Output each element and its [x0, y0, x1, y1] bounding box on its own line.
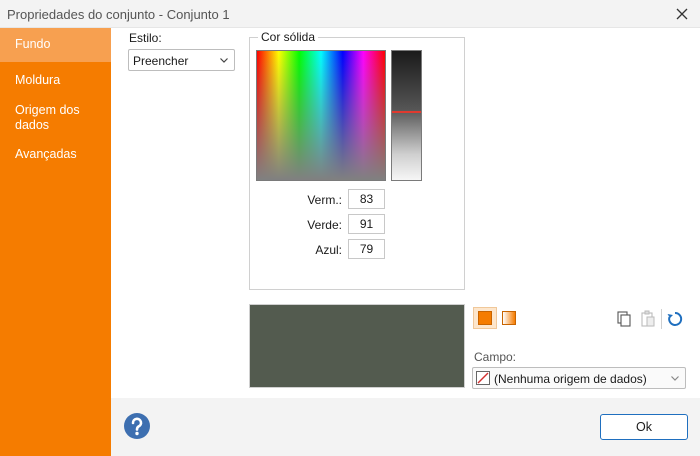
color-spectrum[interactable]	[256, 50, 386, 181]
red-label: Verm.:	[307, 193, 342, 207]
sidebar-item-avancadas[interactable]: Avançadas	[0, 147, 111, 162]
chevron-down-icon	[220, 58, 228, 63]
green-input[interactable]: 91	[348, 214, 385, 234]
field-label: Campo:	[474, 350, 517, 364]
sidebar-item-label: Moldura	[15, 73, 61, 87]
sidebar: Fundo Moldura Origem dos dados Avançadas	[0, 28, 111, 456]
sidebar-item-label: Avançadas	[15, 147, 77, 161]
style-select[interactable]: Preencher	[128, 49, 235, 71]
style-select-value: Preencher	[133, 54, 189, 68]
blue-input[interactable]: 79	[348, 239, 385, 259]
chevron-down-icon	[671, 376, 679, 381]
red-input[interactable]: 83	[348, 189, 385, 209]
window-title: Propriedades do conjunto - Conjunto 1	[7, 7, 230, 22]
dialog-footer: Ok	[111, 398, 700, 456]
help-icon[interactable]	[123, 412, 151, 440]
refresh-link-icon[interactable]	[665, 309, 685, 329]
content-panel: Estilo: Preencher Cor sólida Verm.: 83 V…	[111, 28, 700, 398]
ok-button[interactable]: Ok	[600, 414, 688, 440]
style-label: Estilo:	[129, 31, 162, 45]
luminance-slider[interactable]	[391, 50, 422, 181]
toolbar-separator	[661, 309, 662, 329]
close-icon[interactable]	[672, 4, 692, 24]
luminance-marker[interactable]	[392, 110, 421, 113]
gradient-fill-icon	[502, 311, 516, 325]
sidebar-item-fundo[interactable]: Fundo	[0, 28, 111, 62]
sidebar-item-moldura[interactable]: Moldura	[0, 73, 111, 88]
spectrum-saturation	[257, 51, 385, 180]
copy-icon[interactable]	[614, 309, 634, 329]
blue-label: Azul:	[315, 243, 342, 257]
sidebar-item-label: Origem dos dados	[15, 103, 80, 132]
paste-icon[interactable]	[638, 309, 658, 329]
color-preview	[249, 304, 465, 388]
solid-color-group: Cor sólida Verm.: 83 Verde: 91 Azul: 79	[249, 30, 465, 290]
solid-color-group-title: Cor sólida	[258, 30, 319, 44]
gradient-fill-button[interactable]	[499, 308, 519, 328]
field-select-value: (Nenhuma origem de dados)	[494, 372, 647, 386]
field-select[interactable]: (Nenhuma origem de dados)	[472, 367, 686, 389]
solid-fill-icon	[478, 311, 492, 325]
green-label: Verde:	[307, 218, 342, 232]
solid-fill-button[interactable]	[473, 307, 497, 329]
no-data-source-icon	[476, 371, 490, 385]
sidebar-item-label: Fundo	[15, 37, 51, 51]
sidebar-item-origem-dos-dados[interactable]: Origem dos dados	[0, 103, 90, 133]
title-bar: Propriedades do conjunto - Conjunto 1	[0, 0, 700, 28]
